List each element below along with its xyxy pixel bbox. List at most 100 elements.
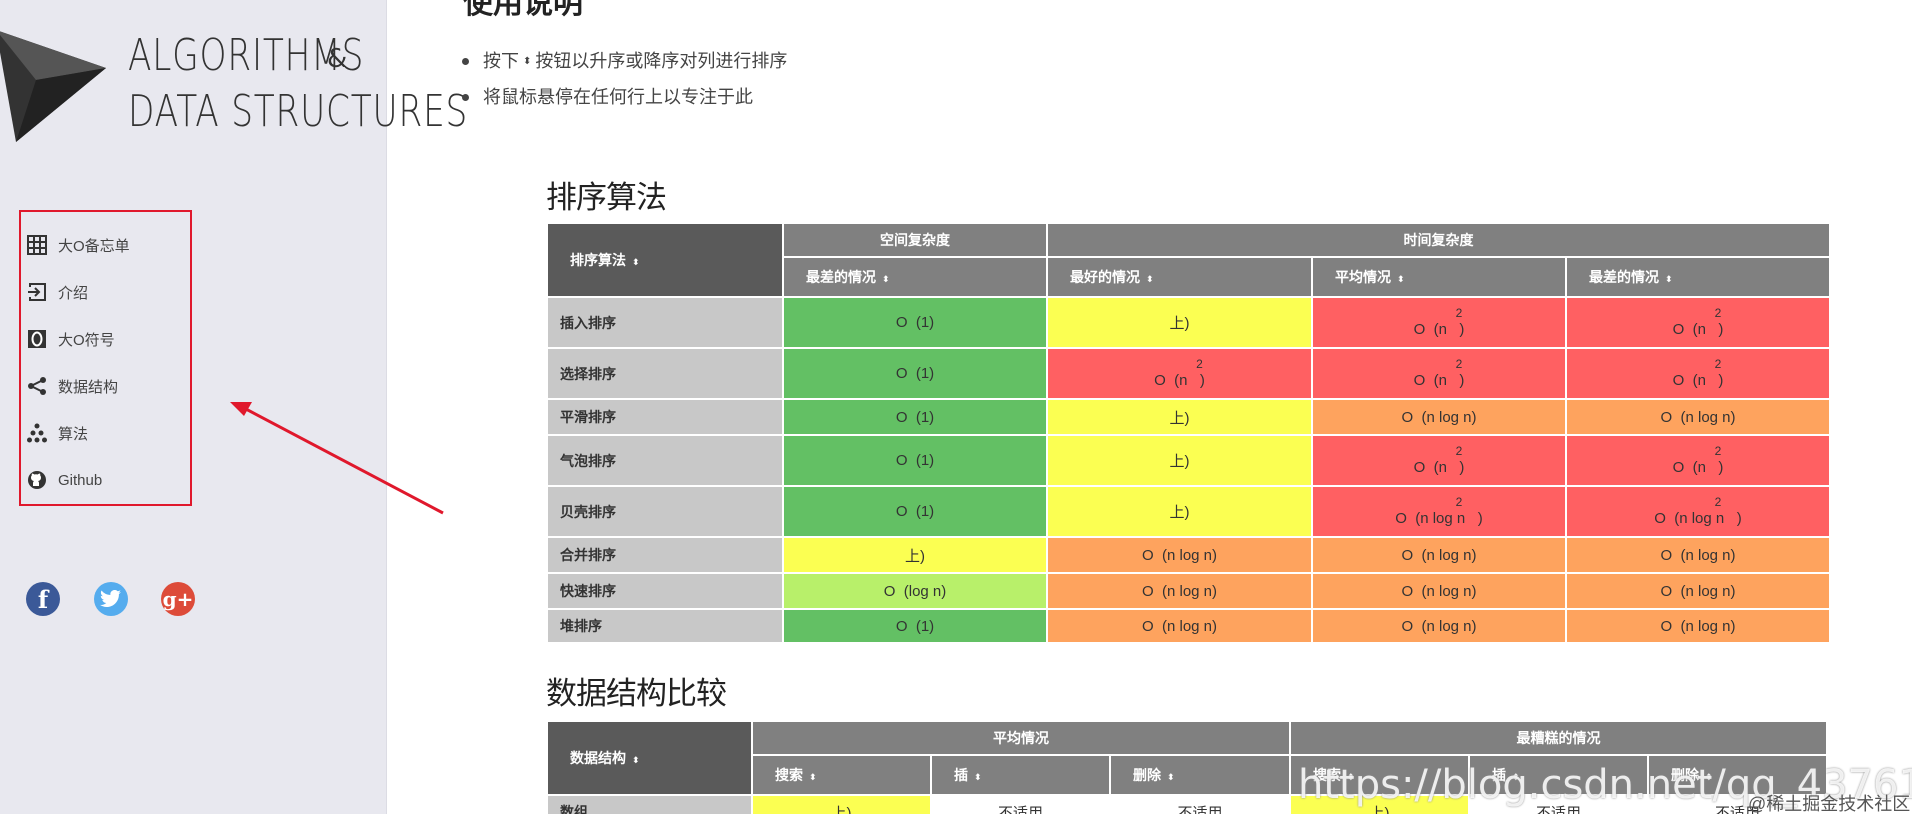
table-cell: 2O (n log n ) [1311,485,1567,538]
table-cell: 2O (n ) [1046,347,1313,400]
column-header-label: 排序算法 [570,252,626,268]
sidebar-item-github[interactable]: Github [26,465,102,495]
sort-icon: ⬍ [632,257,640,267]
instruction-text-pre: 按下 [483,51,519,71]
column-header-label: 最差的情况 [1589,269,1659,285]
instruction-text: 将鼠标悬停在任何行上以专注于此 [483,87,753,107]
sidebar-item-algorithms[interactable]: 算法 [26,418,88,448]
logo-ampersand: & [327,44,348,74]
column-header-label: 数据结构 [570,750,626,766]
sort-icon: ⬍ [1665,274,1673,284]
table-row[interactable]: 堆排序 O (1) O (n log n) O (n log n) O (n log n… [546,608,1831,644]
table-cell: 不适用 [930,794,1111,814]
complexity-value: O (1) [895,365,935,382]
table-cell: O (1) [782,296,1048,349]
column-header-space-worst[interactable]: 最差的情况 ⬍ [782,256,1048,298]
complexity-value: 上) [1169,409,1190,427]
complexity-value: O (n log n) [1660,408,1736,426]
table-cell: 2O (n log n ) [1565,485,1831,538]
complexity-value: 上) [1169,453,1190,470]
table-row[interactable]: 合并排序 上) O (n log n) O (n log n) O (n log n) [546,536,1831,574]
table-cell: O (n log n) [1565,572,1831,610]
sidebar-item-label: 算法 [58,425,89,443]
complexity-value: O (1) [895,617,935,635]
table-cell: 2O (n ) [1565,296,1831,349]
table-row[interactable]: 贝壳排序 O (1) 上) 2 O (n log n ) 2 O (n log n ) [546,485,1831,538]
column-header-average[interactable]: 平均情况 ⬍ [1311,256,1567,298]
complexity-value: O (log n) [883,582,947,600]
sorting-table: 排序算法 ⬍ 空间复杂度 时间复杂度 最差的情况 ⬍ 最好的情况 ⬍ 平均情况 ⬍ 最差… [546,222,1831,644]
complexity-value: O (n log n) [1660,582,1736,600]
superscript-exponent: 2 [1714,444,1722,458]
group-header-time: 时间复杂度 [1046,222,1831,258]
ds-section-title: 数据结构比较 [546,676,727,711]
column-header-label: 最差的情况 [806,269,876,285]
table-cell: O (1) [782,608,1048,644]
sidebar-item-label: Github [58,471,103,489]
main-content: 使用说明 按下 ⬍ 按钮以升序或降序对列进行排序 将鼠标悬停在任何行上以专注于此 排… [388,0,1912,814]
column-header-search[interactable]: 搜索 ⬍ [751,754,932,796]
table-cell: 不适用 [1109,794,1291,814]
complexity-value: 上) [905,547,925,565]
table-cell: O (n log n) [1565,536,1831,574]
column-header-worst[interactable]: 最差的情况 ⬍ [1565,256,1831,298]
table-row[interactable]: 气泡排序 O (1) 上) 2 O (n ) 2 O (n ) [546,434,1831,487]
complexity-value: O (n log n) [1660,617,1736,635]
table-cell: O (1) [782,347,1048,400]
sidebar-item-big-o-cheatsheet[interactable]: 大O备忘单 [26,230,130,260]
row-name: 贝壳排序 [546,485,784,538]
column-header-data-structure[interactable]: 数据结构 ⬍ [546,720,753,796]
table-row[interactable]: 插入排序 O (1) 上) 2 O (n ) 2 O (n ) [546,296,1831,349]
sorting-section-title: 排序算法 [546,180,667,215]
complexity-value: O (n ) [1672,459,1724,476]
superscript-exponent: 2 [1455,306,1463,320]
group-header-average: 平均情况 [751,720,1291,756]
superscript-exponent: 2 [1714,495,1722,509]
complexity-value: O (n log n) [1141,546,1218,564]
table-cell: O (n log n) [1046,536,1313,574]
table-row[interactable]: 平滑排序 O (1) 上) O (n log n) O (n log n) [546,398,1831,436]
column-header-best[interactable]: 最好的情况 ⬍ [1046,256,1313,298]
instruction-text-post: 按钮以升序或降序对列进行排序 [535,51,788,71]
complexity-value: O (n log n ) [1395,510,1483,527]
table-cell: O (1) [782,485,1048,538]
column-header-insert[interactable]: 插 ⬍ [930,754,1111,796]
table-cell: 上) [1046,434,1313,487]
site-logo[interactable]: ALGORITHMS & DATA STRUCTURES [0,0,467,150]
sidebar-item-label: 大O符号 [58,331,115,349]
sidebar-item-label: 介绍 [58,284,89,302]
table-row[interactable]: 选择排序 O (1) 2 O (n ) 2 O (n ) 2 O (n ) [546,347,1831,400]
sort-icon: ⬍ [1167,772,1175,782]
table-cell: 2O (n ) [1565,347,1831,400]
column-header-label: 插 [954,767,968,783]
table-cell: O (n log n) [1046,572,1313,610]
complexity-value: O (n ) [1672,321,1724,338]
table-row[interactable]: 快速排序 O (log n) O (n log n) O (n log n) O (n … [546,572,1831,610]
sign-in-icon [26,281,48,303]
google-plus-icon[interactable]: g+ [161,582,195,616]
complexity-value: O (n log n ) [1654,510,1742,527]
superscript-exponent: 2 [1455,444,1463,458]
logo-triangle-icon [0,31,106,142]
facebook-icon[interactable]: f [26,582,60,616]
row-name: 数组 [546,794,753,814]
sidebar-item-big-o-notation[interactable]: 大O符号 [26,324,115,354]
table-cell: O (n log n) [1311,572,1567,610]
table-cell: O (1) [782,434,1048,487]
sidebar-item-intro[interactable]: 介绍 [26,277,88,307]
row-name: 选择排序 [546,347,784,400]
twitter-icon[interactable] [94,582,128,616]
table-cell: 上) [751,794,932,814]
superscript-exponent: 2 [1455,495,1463,509]
complexity-value: O (n log n) [1401,582,1477,600]
superscript-exponent: 2 [1714,357,1722,371]
table-cell: 上) [782,536,1048,574]
group-header-space: 空间复杂度 [782,222,1048,258]
column-header-delete[interactable]: 删除 ⬍ [1109,754,1291,796]
sidebar-item-data-structures[interactable]: 数据结构 [26,371,118,401]
complexity-value: O (1) [895,314,935,331]
table-cell: O (n log n) [1565,398,1831,436]
table-cell: O (1) [782,398,1048,436]
complexity-value: O (n log n) [1660,546,1736,564]
column-header-algorithm[interactable]: 排序算法 ⬍ [546,222,784,298]
